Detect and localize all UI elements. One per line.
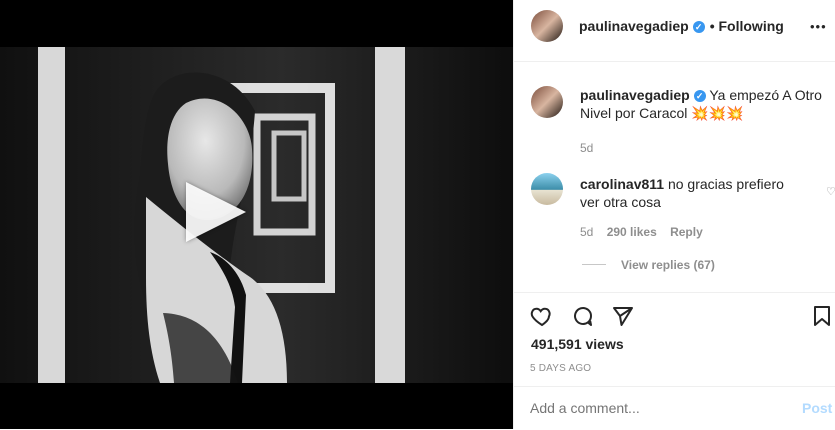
add-comment-bar: Post	[514, 386, 835, 430]
comment-block: carolinav811 no gracias prefiero ver otr…	[580, 175, 810, 239]
heart-icon[interactable]	[530, 304, 554, 328]
comment-text-line-1: no gracias prefiero	[667, 176, 784, 192]
comment-like-heart-icon[interactable]: ♡	[826, 185, 835, 198]
verified-badge-icon: ✓	[692, 21, 705, 33]
profile-avatar[interactable]	[531, 10, 563, 42]
comment-username[interactable]: carolinav811	[580, 176, 664, 192]
instagram-post-window: paulinavegadiep ✓ • Following ••• paulinav…	[0, 0, 835, 429]
reply-link[interactable]: Reply	[670, 225, 703, 239]
view-replies-link[interactable]: View replies (67)	[621, 258, 715, 272]
caption-username[interactable]: paulinavegadiep	[580, 87, 690, 103]
post-header: paulinavegadiep ✓ • Following •••	[514, 0, 835, 62]
comment-meta: 5d 290 likes Reply	[580, 225, 810, 239]
add-comment-input[interactable]	[530, 399, 780, 417]
caption-time: 5d	[580, 141, 594, 155]
post-date: 5 DAYS AGO	[530, 363, 592, 374]
caption-avatar[interactable]	[531, 86, 563, 118]
comment-icon[interactable]	[571, 304, 595, 328]
commenter-avatar[interactable]	[531, 173, 563, 205]
caption-emojis: 💥💥💥	[691, 105, 744, 121]
comment-time: 5d	[580, 225, 594, 239]
actions-divider	[514, 292, 835, 293]
following-status[interactable]: • Following	[710, 18, 784, 34]
video-frame	[0, 47, 513, 383]
caption-block: paulinavegadiep ✓ Ya empezó A Otro Nivel …	[580, 86, 830, 155]
more-options-icon[interactable]: •••	[810, 19, 827, 34]
post-comment-button[interactable]: Post	[802, 400, 832, 416]
post-side-panel: paulinavegadiep ✓ • Following ••• paulinav…	[513, 0, 835, 429]
comment-text-line-2: ver otra cosa	[580, 194, 661, 210]
caption-line-1: paulinavegadiep ✓ Ya empezó A Otro Nivel …	[580, 86, 830, 122]
header-user-row: paulinavegadiep ✓ • Following	[579, 18, 784, 36]
views-count[interactable]: 491,591 views	[531, 336, 624, 352]
share-icon[interactable]	[611, 304, 635, 328]
replies-divider	[582, 264, 606, 265]
save-bookmark-icon[interactable]	[810, 304, 834, 328]
caption-verified-icon: ✓	[693, 90, 706, 102]
play-button-icon[interactable]	[186, 182, 246, 242]
header-username[interactable]: paulinavegadiep	[579, 18, 689, 34]
video-player[interactable]	[0, 0, 513, 429]
comment-likes[interactable]: 290 likes	[607, 225, 657, 239]
comment-line-1: carolinav811 no gracias prefiero	[580, 175, 810, 193]
